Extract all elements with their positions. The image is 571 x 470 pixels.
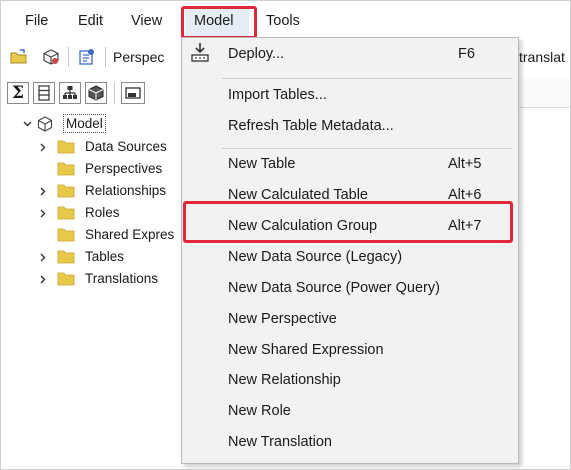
chevron-right-icon[interactable] xyxy=(37,203,49,223)
tree-node-label: Translations xyxy=(85,271,159,286)
sum-icon[interactable]: Σ xyxy=(7,82,29,104)
folder-icon xyxy=(57,206,75,220)
chevron-down-icon[interactable] xyxy=(21,114,33,134)
menu-item-import-tables[interactable]: Import Tables... xyxy=(228,83,327,107)
tree-node[interactable]: Shared Expres xyxy=(1,225,191,245)
tree-node-label: Relationships xyxy=(85,183,167,198)
chevron-right-icon[interactable] xyxy=(37,269,49,289)
tree-node[interactable]: Translations xyxy=(1,269,191,289)
hierarchy-icon[interactable] xyxy=(59,82,81,104)
menu-item-new-table[interactable]: New Table xyxy=(228,152,295,176)
menu-separator xyxy=(222,78,512,79)
tree-node-label: Shared Expres xyxy=(85,227,175,242)
menu-item-refresh-metadata[interactable]: Refresh Table Metadata... xyxy=(228,114,394,138)
show-hidden-icon[interactable] xyxy=(121,82,145,104)
table-cube-icon[interactable] xyxy=(85,82,107,104)
menu-item-new-data-source-power-query[interactable]: New Data Source (Power Query) xyxy=(228,276,440,300)
menu-edit[interactable]: Edit xyxy=(78,11,103,31)
menu-file[interactable]: File xyxy=(25,11,48,31)
menu-item-deploy[interactable]: Deploy... xyxy=(228,42,284,66)
shortcut-deploy: F6 xyxy=(458,46,475,62)
toolbar-separator xyxy=(114,82,115,104)
tree-node[interactable]: Tables xyxy=(1,247,191,267)
folder-icon xyxy=(57,250,75,264)
tree-node-label: Tables xyxy=(85,249,125,264)
tree-node[interactable]: Relationships xyxy=(1,181,191,201)
tree-node[interactable]: Roles xyxy=(1,203,191,223)
perspective-selector[interactable]: Perspec xyxy=(113,49,164,65)
column-icon[interactable] xyxy=(33,82,55,104)
translation-selector[interactable]: translat xyxy=(519,49,565,65)
tree-node-label: Model xyxy=(63,114,106,133)
folder-icon xyxy=(57,140,75,154)
menu-item-new-data-source-legacy[interactable]: New Data Source (Legacy) xyxy=(228,245,402,269)
tree-node-model[interactable]: Model xyxy=(1,114,191,134)
model-menu-dropdown: Deploy... F6 Import Tables... Refresh Ta… xyxy=(181,37,519,464)
deploy-icon xyxy=(190,42,210,67)
calculation-group-highlight xyxy=(183,201,513,243)
folder-icon xyxy=(57,228,75,242)
model-cube-icon xyxy=(37,116,53,138)
tree-node-label: Data Sources xyxy=(85,139,167,154)
menu-bar: File Edit View Model Tools xyxy=(1,1,570,37)
tree-node[interactable]: Perspectives xyxy=(1,159,191,179)
tree-node-label: Roles xyxy=(85,205,120,220)
menu-item-new-relationship[interactable]: New Relationship xyxy=(228,368,341,392)
shortcut-new-table: Alt+5 xyxy=(448,156,482,172)
menu-view[interactable]: View xyxy=(131,11,162,31)
folder-icon xyxy=(57,162,75,176)
model-menu-highlight xyxy=(181,6,257,39)
open-folder-icon[interactable] xyxy=(9,47,29,67)
folder-icon xyxy=(57,272,75,286)
menu-item-new-role[interactable]: New Role xyxy=(228,399,291,423)
menu-item-new-shared-expression[interactable]: New Shared Expression xyxy=(228,338,384,362)
tree-node[interactable]: Data Sources xyxy=(1,137,191,157)
toolbar-separator xyxy=(68,47,69,67)
perspective-icon[interactable] xyxy=(77,47,97,67)
menu-separator xyxy=(222,148,512,149)
folder-icon xyxy=(57,184,75,198)
tree-node-label: Perspectives xyxy=(85,161,163,176)
chevron-right-icon[interactable] xyxy=(37,181,49,201)
menu-icon-column xyxy=(182,38,218,463)
chevron-right-icon[interactable] xyxy=(37,247,49,267)
cube-icon[interactable] xyxy=(41,47,61,67)
menu-item-new-translation[interactable]: New Translation xyxy=(228,430,332,454)
model-tree: Model Data Sources Perspectives Relationsh… xyxy=(1,112,191,468)
chevron-right-icon[interactable] xyxy=(37,137,49,157)
menu-tools[interactable]: Tools xyxy=(266,11,300,31)
menu-item-new-perspective[interactable]: New Perspective xyxy=(228,307,337,331)
toolbar-separator xyxy=(105,47,106,67)
